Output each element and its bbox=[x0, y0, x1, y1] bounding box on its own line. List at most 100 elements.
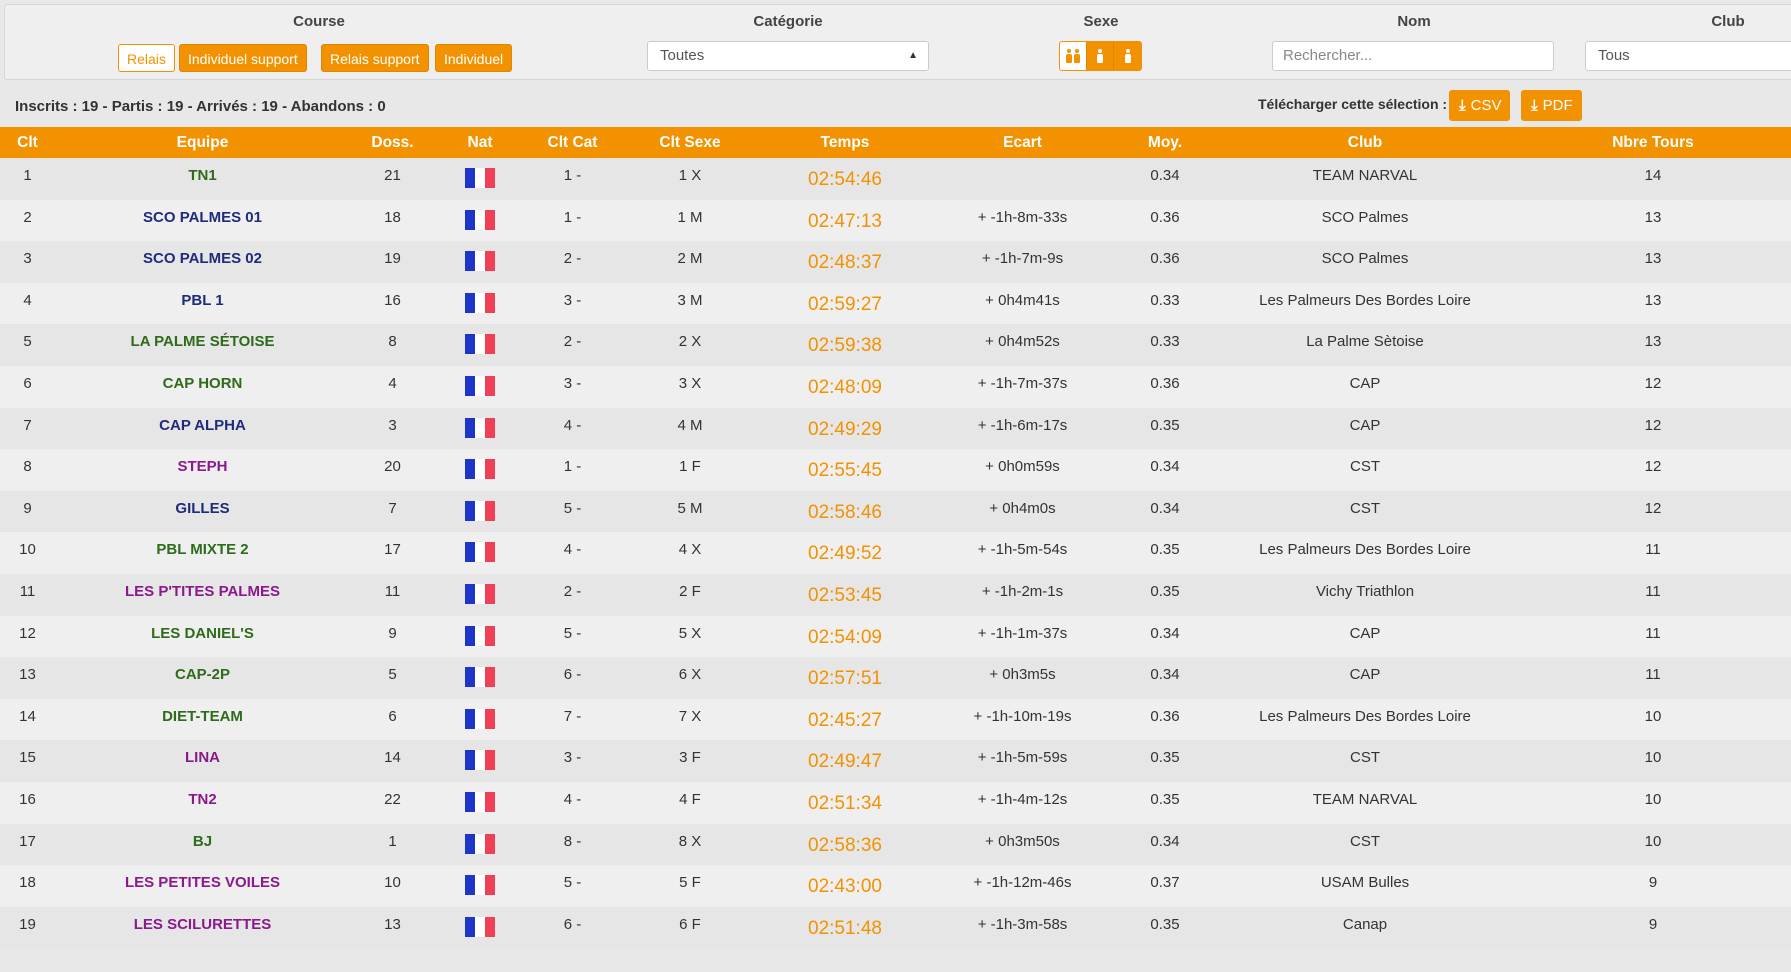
club-select[interactable]: Tous bbox=[1585, 41, 1791, 71]
sexe-toggle-group bbox=[1059, 41, 1142, 71]
time-gap: + -1h-7m-37s bbox=[977, 374, 1068, 392]
lap-count: 10 bbox=[1644, 832, 1662, 850]
sex-rank: 5 X bbox=[678, 624, 702, 642]
course-relais-button[interactable]: Relais bbox=[118, 44, 175, 72]
column-header[interactable]: Clt Sexe bbox=[620, 127, 760, 158]
rank-cell: 1 bbox=[23, 167, 32, 184]
column-header[interactable]: Moy. bbox=[1115, 127, 1215, 158]
table-row[interactable]: 16 TN2 22 4 - 4 F 02:51:34 + -1h-4m-12s 0.35 TEA… bbox=[0, 781, 1791, 824]
bib-number: 21 bbox=[384, 167, 401, 184]
categorie-select[interactable]: Toutes ▲ bbox=[647, 41, 929, 71]
table-row[interactable]: 4 PBL 1 16 3 - 3 M 02:59:27 + 0h4m41s 0.33 Les P… bbox=[0, 282, 1791, 325]
column-header[interactable]: Club bbox=[1215, 127, 1515, 158]
france-flag-icon bbox=[465, 168, 495, 188]
time-gap: + -1h-10m-19s bbox=[973, 707, 1072, 725]
nationality-flag bbox=[435, 366, 525, 408]
table-row[interactable]: 8 STEPH 20 1 - 1 F 02:55:45 + 0h0m59s 0.34 CST 12 bbox=[0, 449, 1791, 491]
table-row[interactable]: 6 CAP HORN 4 3 - 3 X 02:48:09 + -1h-7m-37s 0.36… bbox=[0, 365, 1791, 408]
female-icon[interactable] bbox=[1114, 42, 1141, 70]
club-name: CAP bbox=[1349, 416, 1381, 434]
average-speed: 0.35 bbox=[1150, 416, 1180, 434]
france-flag-icon bbox=[465, 375, 495, 396]
table-row[interactable]: 9 GILLES 7 5 - 5 M 02:58:46 + 0h4m0s 0.34 CST 12 bbox=[0, 490, 1791, 533]
column-header[interactable]: Equipe bbox=[55, 127, 350, 158]
average-speed: 0.34 bbox=[1150, 666, 1180, 684]
bib-number: 16 bbox=[384, 291, 401, 309]
category-rank: 2 - bbox=[563, 582, 582, 600]
column-header[interactable]: Nat bbox=[435, 127, 525, 158]
team-name: SCO PALMES 02 bbox=[143, 250, 262, 268]
pdf-download-button[interactable]: ⤓ PDF bbox=[1521, 90, 1582, 121]
column-header[interactable]: Temps bbox=[760, 127, 930, 158]
filter-bar: Course Relais Individuel support Relais … bbox=[4, 4, 1791, 80]
rank-cell: 17 bbox=[19, 832, 36, 850]
france-flag-icon bbox=[465, 583, 495, 604]
lap-count: 9 bbox=[1648, 915, 1658, 933]
bib-number: 1 bbox=[388, 832, 397, 850]
column-header[interactable]: Doss. bbox=[350, 127, 435, 158]
course-relais-support-button[interactable]: Relais support bbox=[321, 44, 429, 72]
lap-count: 9 bbox=[1648, 874, 1658, 892]
club-name: Les Palmeurs Des Bordes Loire bbox=[1259, 707, 1471, 725]
csv-download-button[interactable]: ⤓ CSV bbox=[1449, 90, 1511, 121]
team-name: BJ bbox=[192, 832, 213, 850]
sex-rank: 7 X bbox=[678, 707, 702, 725]
categorie-label: Catégorie bbox=[753, 13, 823, 30]
team-name: CAP ALPHA bbox=[159, 416, 246, 434]
rank-cell: 2 bbox=[23, 208, 32, 226]
rank-cell: 6 bbox=[23, 374, 32, 392]
lap-count: 12 bbox=[1644, 458, 1662, 476]
lap-count: 11 bbox=[1645, 541, 1661, 559]
finish-time: 02:55:45 bbox=[808, 460, 882, 482]
table-row[interactable]: 2 SCO PALMES 01 18 1 - 1 M 02:47:13 + -1h-8m-3… bbox=[0, 199, 1791, 242]
nom-search-input[interactable]: Rechercher... bbox=[1272, 41, 1554, 71]
team-name: PBL 1 bbox=[181, 291, 224, 309]
club-name: SCO Palmes bbox=[1321, 250, 1409, 268]
table-row[interactable]: 18 LES PETITES VOILES 10 5 - 5 F 02:43:00 + -1… bbox=[0, 865, 1791, 907]
category-rank: 6 - bbox=[563, 915, 582, 933]
course-individuel-button[interactable]: Individuel bbox=[435, 44, 513, 72]
sex-rank: 6 F bbox=[679, 915, 701, 933]
average-speed: 0.34 bbox=[1150, 499, 1180, 517]
column-header[interactable]: Nbre Tours bbox=[1515, 127, 1791, 158]
table-row[interactable]: 14 DIET-TEAM 6 7 - 7 X 02:45:27 + -1h-10m-19s 0… bbox=[0, 698, 1791, 741]
table-row[interactable]: 12 LES DANIEL'S 9 5 - 5 X 02:54:09 + -1h-1m-37… bbox=[0, 615, 1791, 658]
nationality-flag bbox=[435, 491, 525, 533]
rank-cell: 8 bbox=[23, 458, 32, 476]
france-flag-icon bbox=[465, 417, 495, 438]
rank-cell: 12 bbox=[19, 624, 36, 642]
mixed-icon[interactable] bbox=[1060, 42, 1087, 70]
time-gap: + 0h4m41s bbox=[985, 291, 1060, 309]
table-row[interactable]: 15 LINA 14 3 - 3 F 02:49:47 + -1h-5m-59s 0.35 CS… bbox=[0, 740, 1791, 782]
table-row[interactable]: 13 CAP-2P 5 6 - 6 X 02:57:51 + 0h3m5s 0.34 CAP 11 bbox=[0, 657, 1791, 699]
table-row[interactable]: 1 TN1 21 1 - 1 X 02:54:46 0.34 TEAM NARVAL 14 bbox=[0, 158, 1791, 200]
column-header[interactable]: Ecart bbox=[930, 127, 1115, 158]
club-name: TEAM NARVAL bbox=[1312, 790, 1418, 808]
rank-cell: 16 bbox=[19, 790, 36, 808]
male-icon[interactable] bbox=[1087, 42, 1114, 70]
lap-count: 13 bbox=[1644, 250, 1662, 268]
table-row[interactable]: 19 LES SCILURETTES 13 6 - 6 F 02:51:48 + -1h-3… bbox=[0, 906, 1791, 949]
average-speed: 0.33 bbox=[1150, 333, 1180, 351]
column-header[interactable]: Clt Cat bbox=[525, 127, 620, 158]
time-gap: + -1h-12m-46s bbox=[973, 874, 1072, 892]
category-rank: 6 - bbox=[563, 666, 582, 684]
sex-rank: 4 X bbox=[678, 541, 702, 559]
table-row[interactable]: 5 LA PALME SÉTOISE 8 2 - 2 X 02:59:38 + 0h4m52… bbox=[0, 324, 1791, 366]
club-name: CST bbox=[1350, 749, 1380, 767]
time-gap: + 0h3m5s bbox=[989, 666, 1056, 684]
lap-count: 12 bbox=[1644, 416, 1662, 434]
table-row[interactable]: 7 CAP ALPHA 3 4 - 4 M 02:49:29 + -1h-6m-17s 0.3… bbox=[0, 407, 1791, 450]
table-row[interactable]: 17 BJ 1 8 - 8 X 02:58:36 + 0h3m50s 0.34 CST 10 bbox=[0, 823, 1791, 866]
nom-label: Nom bbox=[1397, 13, 1431, 30]
finish-time: 02:54:09 bbox=[808, 626, 882, 648]
table-row[interactable]: 3 SCO PALMES 02 19 2 - 2 M 02:48:37 + -1h-7m-9… bbox=[0, 241, 1791, 283]
nationality-flag bbox=[435, 283, 525, 325]
table-row[interactable]: 10 PBL MIXTE 2 17 4 - 4 X 02:49:52 + -1h-5m-54… bbox=[0, 532, 1791, 574]
team-name: GILLES bbox=[175, 499, 230, 517]
sex-rank: 2 F bbox=[679, 582, 701, 600]
lap-count: 13 bbox=[1644, 333, 1662, 351]
table-row[interactable]: 11 LES P'TITES PALMES 11 2 - 2 F 02:53:45 + -1… bbox=[0, 573, 1791, 616]
course-individuel-support-button[interactable]: Individuel support bbox=[179, 44, 307, 72]
column-header[interactable]: Clt bbox=[0, 127, 55, 158]
